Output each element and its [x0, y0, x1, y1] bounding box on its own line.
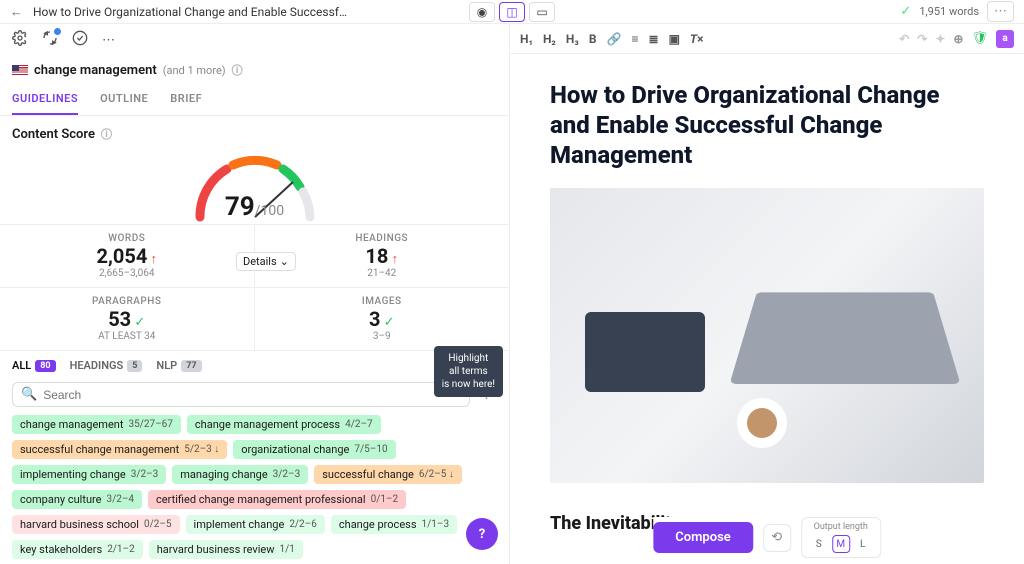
h1-button[interactable]: H₁ — [520, 32, 533, 46]
shield-icon: 🛡 — [971, 31, 988, 46]
term-tag[interactable]: harvard business school0/2–5 — [12, 515, 180, 534]
more-menu-button[interactable]: ⋯ — [987, 1, 1014, 22]
term-tag[interactable]: key stakeholders2/1–2 — [12, 540, 143, 559]
bullet-list-button[interactable]: ≡ — [631, 32, 638, 46]
term-tag[interactable]: company culture3/2–4 — [12, 490, 142, 509]
score-max: /100 — [255, 203, 284, 219]
primary-keyword: change management — [34, 63, 157, 78]
split-mode-button[interactable]: ◫ — [499, 2, 525, 22]
compose-button[interactable]: Compose — [653, 522, 753, 553]
saved-check-icon: ✓ — [900, 4, 911, 19]
keyword-info-icon[interactable]: ⓘ — [232, 62, 243, 78]
share-button[interactable]: ⊕ — [953, 32, 963, 46]
up-arrow-icon: ↑ — [392, 252, 399, 267]
notification-dot-icon — [54, 28, 61, 35]
score-gauge: 79/100 — [185, 152, 325, 222]
search-icon: 🔍 — [21, 387, 37, 402]
image-button[interactable]: ▣ — [669, 32, 680, 46]
clear-format-button[interactable]: T× — [690, 32, 704, 46]
score-value: 79 — [225, 192, 255, 222]
details-button[interactable]: Details ⌄ — [236, 252, 296, 271]
redo-button[interactable]: ↷ — [917, 32, 927, 46]
keyword-more[interactable]: (and 1 more) — [163, 64, 226, 77]
link-button[interactable]: 🔗 — [607, 32, 622, 46]
check-icon: ✓ — [134, 315, 145, 330]
h2-button[interactable]: H₂ — [543, 32, 556, 46]
term-tag[interactable]: change management35/27–67 — [12, 415, 181, 434]
refresh-button[interactable] — [42, 30, 58, 50]
term-tag[interactable]: harvard business review1/1 — [149, 540, 303, 559]
editor-mode-button[interactable]: ▭ — [529, 2, 555, 22]
view-mode-toggle: ◉ ◫ ▭ — [469, 2, 555, 22]
tab-brief[interactable]: BRIEF — [170, 84, 202, 115]
preview-mode-button[interactable]: ◉ — [469, 2, 495, 22]
length-short[interactable]: S — [810, 535, 828, 553]
bold-button[interactable]: B — [589, 32, 597, 46]
length-medium[interactable]: M — [832, 535, 850, 553]
term-tag[interactable]: managing change3/2–3 — [172, 465, 308, 484]
term-tag[interactable]: implementing change3/2–3 — [12, 465, 166, 484]
undo-button[interactable]: ↶ — [899, 32, 909, 46]
check-icon: ✓ — [384, 315, 395, 330]
length-long[interactable]: L — [854, 535, 872, 553]
doc-heading-1[interactable]: How to Drive Organizational Change and E… — [550, 80, 984, 170]
term-tag[interactable]: change management process4/2–7 — [187, 415, 381, 434]
metric-words: WORDS 2,054 ↑ 2,665–3,064 — [0, 225, 255, 288]
term-tag[interactable]: successful change6/2–5 ↓ — [314, 465, 462, 484]
document-editor[interactable]: How to Drive Organizational Change and E… — [510, 54, 1024, 564]
search-input-wrap[interactable]: 🔍 — [12, 382, 470, 407]
h3-button[interactable]: H₃ — [566, 32, 579, 46]
highlight-tooltip: Highlight all terms is now here! — [434, 346, 503, 397]
tab-outline[interactable]: OUTLINE — [100, 84, 148, 115]
search-input[interactable] — [43, 388, 461, 402]
check-button[interactable] — [72, 30, 88, 50]
filter-headings[interactable]: HEADINGS 5 — [70, 359, 143, 372]
numbered-list-button[interactable]: ≣ — [649, 32, 659, 46]
filter-nlp[interactable]: NLP 77 — [156, 359, 201, 372]
user-avatar[interactable]: a — [996, 30, 1014, 48]
term-tag[interactable]: change process1/1–3 — [331, 515, 457, 534]
term-tag[interactable]: organizational change7/5–10 — [233, 440, 395, 459]
metric-paragraphs: PARAGRAPHS 53 ✓ AT LEAST 34 — [0, 288, 255, 351]
panel-more-button[interactable]: ⋯ — [102, 33, 115, 48]
metric-images: IMAGES 3 ✓ 3–9 — [255, 288, 510, 351]
word-count: 1,951 words — [919, 5, 979, 18]
term-tag[interactable]: implement change2/2–6 — [186, 515, 325, 534]
document-title: How to Drive Organizational Change and E… — [33, 5, 347, 19]
help-button[interactable]: ? — [466, 518, 498, 550]
settings-button[interactable] — [12, 30, 28, 50]
up-arrow-icon: ↑ — [151, 252, 158, 267]
term-tag[interactable]: successful change management5/2–3 ↓ — [12, 440, 227, 459]
filter-all[interactable]: ALL 80 — [12, 359, 56, 372]
chevron-down-icon: ⌄ — [280, 255, 289, 268]
comment-button[interactable]: ✦ — [935, 32, 945, 46]
regenerate-button[interactable]: ⟲ — [763, 524, 791, 552]
output-length-selector: Output length S M L — [801, 517, 881, 558]
terms-list: change management35/27–67 change manageme… — [0, 415, 509, 564]
back-arrow-icon[interactable]: ← — [10, 4, 23, 20]
term-tag[interactable]: certified change management professional… — [148, 490, 406, 509]
us-flag-icon — [12, 65, 28, 76]
hero-image[interactable] — [550, 188, 984, 483]
content-score-label: Content Score — [12, 127, 95, 142]
score-info-icon[interactable]: ⓘ — [101, 126, 112, 142]
tab-guidelines[interactable]: GUIDELINES — [12, 84, 78, 115]
